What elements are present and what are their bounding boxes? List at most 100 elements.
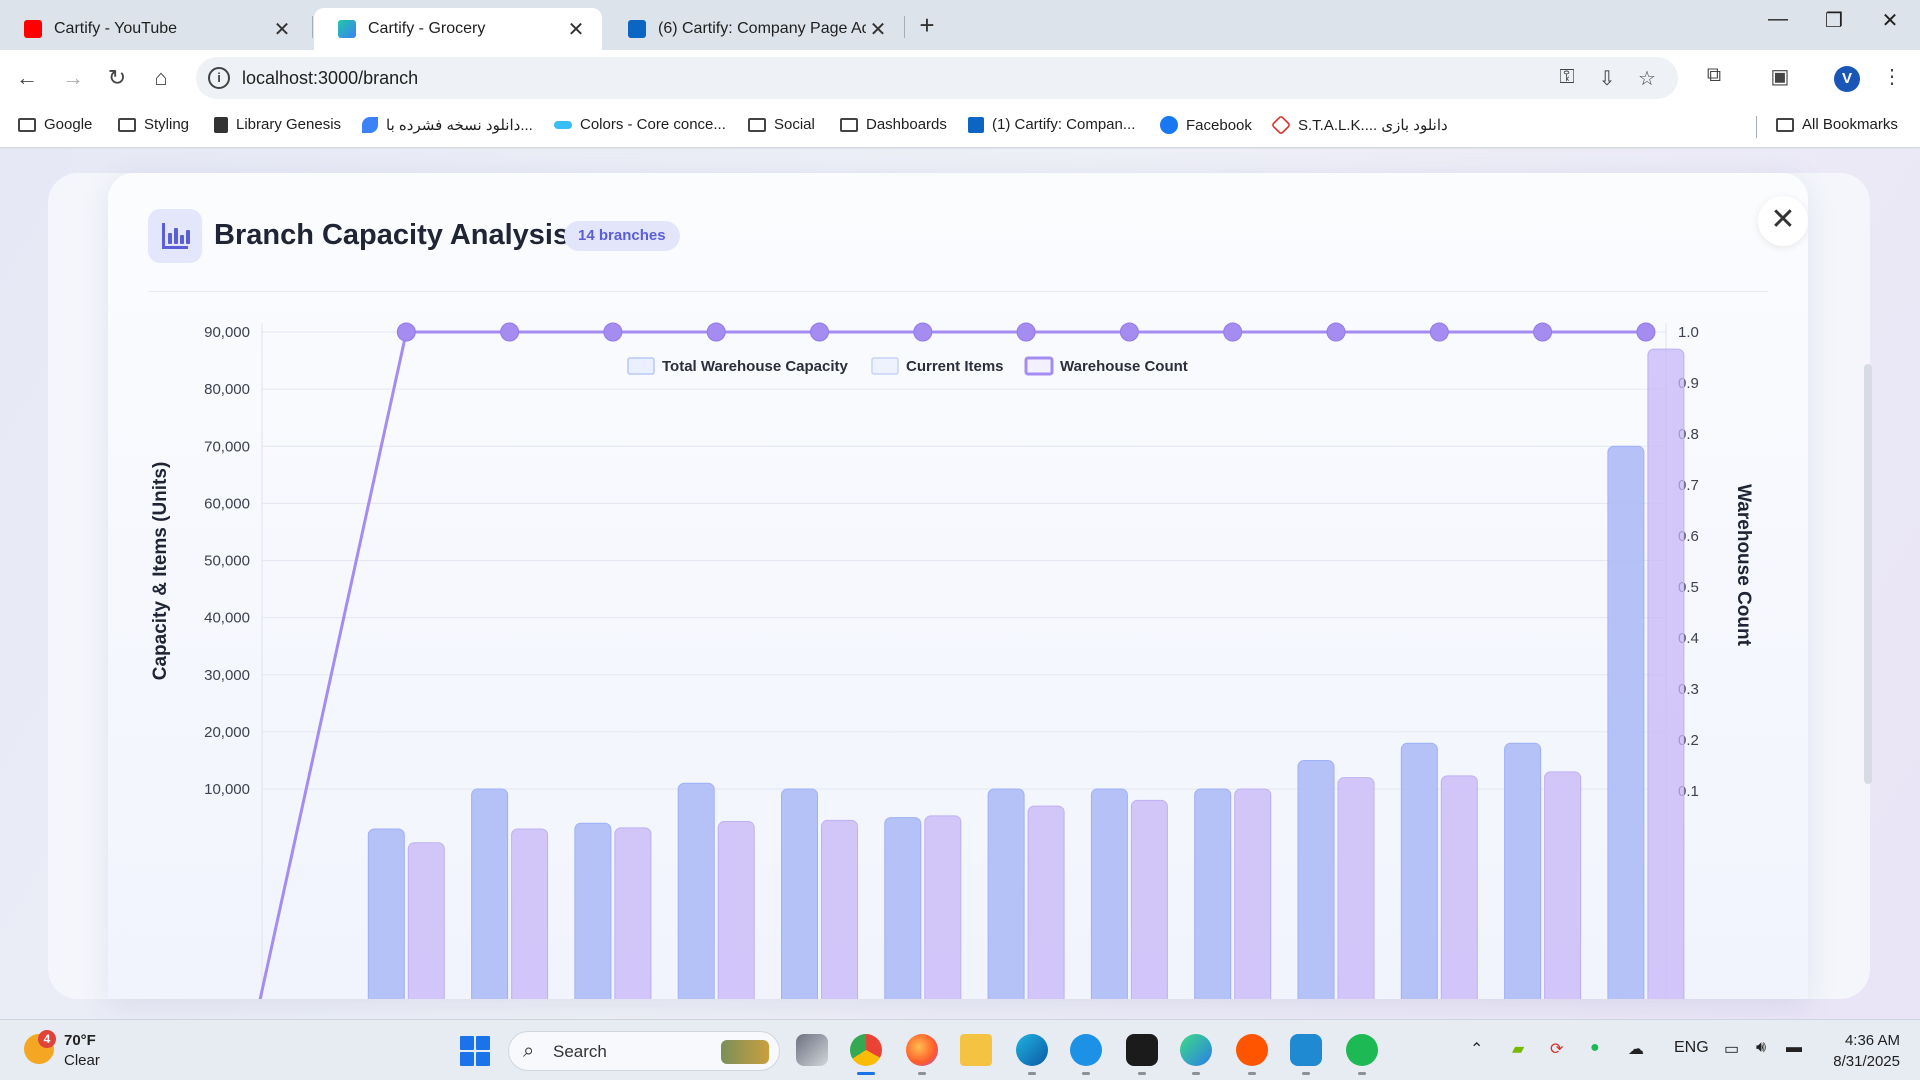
items-bar (821, 819, 858, 999)
home-icon[interactable]: ⌂ (146, 63, 176, 93)
warehouse-count-point (810, 322, 829, 342)
install-app-icon[interactable]: ⇩ (1594, 66, 1620, 91)
bookmark-star-icon[interactable]: ☆ (1634, 66, 1660, 91)
bookmark-social[interactable]: Social (748, 116, 815, 133)
app-indicator (1138, 1072, 1146, 1075)
windows-start-icon[interactable] (460, 1036, 490, 1066)
clock-time[interactable]: 4:36 AM (1820, 1032, 1900, 1049)
extensions-icon[interactable]: ⧉ (1700, 64, 1728, 87)
tailwind-icon (554, 120, 572, 129)
y-tick-label: 10,000 (204, 781, 250, 798)
warehouse-count-point (1429, 322, 1449, 342)
browser-toolbar: ← → ↻ ⌂ i localhost:3000/branch ⚿ ⇩ ☆ ⧉ … (0, 50, 1920, 106)
chrome-icon[interactable] (850, 1034, 882, 1066)
minimize-icon[interactable]: — (1758, 8, 1798, 31)
close-tab-icon[interactable]: ✕ (866, 17, 890, 42)
bookmark-linkedin[interactable]: (1) Cartify: Compan... (968, 116, 1135, 133)
warehouse-count-point (1016, 322, 1036, 342)
youtube-icon (24, 20, 42, 38)
legend-label: Current Items (906, 358, 1004, 375)
tab-title: (6) Cartify: Company Page Adm (658, 20, 866, 37)
folder-icon (18, 117, 36, 132)
soundcloud-icon[interactable] (1236, 1034, 1268, 1066)
capacity-bar (574, 822, 612, 999)
file-explorer-icon[interactable] (960, 1034, 992, 1066)
bookmark-styling[interactable]: Styling (118, 116, 189, 133)
taskbar-search[interactable]: ⌕ Search (508, 1031, 780, 1071)
warehouse-count-point (500, 322, 520, 342)
task-view-icon[interactable] (796, 1034, 828, 1066)
capacity-bar (987, 788, 1025, 999)
reload-icon[interactable]: ↻ (102, 63, 132, 93)
address-bar[interactable]: i localhost:3000/branch ⚿ ⇩ ☆ (196, 57, 1678, 99)
onedrive-icon[interactable]: ☁ (1628, 1039, 1644, 1059)
unity-icon[interactable] (1126, 1034, 1158, 1066)
tab-linkedin[interactable]: (6) Cartify: Company Page Adm ✕ (604, 8, 904, 50)
bookmark-google[interactable]: Google (18, 116, 92, 133)
scrollbar[interactable] (1864, 364, 1872, 784)
volume-icon[interactable]: 🔊︎ (1756, 1039, 1766, 1057)
site-info-icon[interactable]: i (208, 67, 230, 89)
items-bar (511, 828, 549, 999)
warehouse-count-point (603, 322, 623, 342)
folder-icon (840, 117, 858, 132)
window-close-icon[interactable]: ✕ (1870, 8, 1910, 33)
items-bar (1130, 799, 1168, 999)
search-highlight-icon (721, 1040, 769, 1064)
close-tab-icon[interactable]: ✕ (564, 17, 588, 42)
all-bookmarks[interactable]: All Bookmarks (1776, 116, 1898, 133)
tab-youtube[interactable]: Cartify - YouTube ✕ (0, 8, 308, 50)
profile-avatar[interactable]: V (1834, 66, 1860, 92)
items-bar (717, 821, 755, 999)
nvidia-icon[interactable]: ▰ (1512, 1039, 1524, 1059)
bookmark-dashboards[interactable]: Dashboards (840, 116, 947, 133)
restore-icon[interactable]: ❐ (1814, 8, 1854, 33)
legend-label: Warehouse Count (1060, 358, 1188, 375)
tab-search-icon[interactable]: ▣ (1766, 64, 1794, 89)
tab-separator (312, 16, 313, 38)
menu-icon[interactable]: ⋮ (1878, 64, 1906, 89)
items-bar (1027, 805, 1065, 999)
new-tab-button[interactable]: + (912, 10, 942, 41)
chevron-up-icon[interactable]: ⌃ (1470, 1039, 1483, 1059)
vscode-icon[interactable] (1290, 1034, 1322, 1066)
spotify-tray-icon[interactable]: ● (1590, 1039, 1600, 1057)
tab-grocery[interactable]: Cartify - Grocery ✕ (314, 8, 602, 50)
password-key-icon[interactable]: ⚿ (1554, 66, 1580, 89)
docker-icon[interactable] (1070, 1034, 1102, 1066)
legend-label: Total Warehouse Capacity (662, 358, 849, 375)
capacity-bar (1090, 788, 1128, 999)
weather-condition[interactable]: Clear (64, 1052, 100, 1069)
legend-swatch (871, 357, 899, 375)
back-icon[interactable]: ← (12, 63, 42, 93)
bookmark-colors[interactable]: Colors - Core conce... (554, 116, 726, 133)
capacity-bar (1607, 445, 1645, 999)
language-indicator[interactable]: ENG (1674, 1039, 1709, 1057)
bookmark-facebook[interactable]: Facebook (1160, 116, 1252, 134)
sync-icon[interactable]: ⟳ (1550, 1039, 1563, 1059)
firefox-icon[interactable] (906, 1034, 938, 1066)
bookmark-persian-download[interactable]: دانلود نسخه فشرده با... (362, 116, 533, 134)
spotify-icon[interactable] (1346, 1034, 1378, 1066)
capacity-bar (781, 788, 818, 999)
clock-date[interactable]: 8/31/2025 (1800, 1053, 1900, 1070)
capacity-bar (677, 782, 715, 999)
capacity-bar (367, 828, 405, 999)
warehouse-count-point (396, 322, 416, 342)
site-icon (1270, 114, 1292, 136)
network-icon[interactable]: ▭ (1724, 1039, 1739, 1059)
warehouse-count-point (1119, 322, 1139, 342)
y-tick-label: 40,000 (204, 610, 250, 627)
bookmark-library-genesis[interactable]: Library Genesis (214, 116, 341, 133)
close-tab-icon[interactable]: ✕ (270, 17, 294, 42)
url-text[interactable]: localhost:3000/branch (242, 68, 418, 89)
bookmark-stalker[interactable]: S.T.A.L.K.... دانلود بازی (1270, 114, 1448, 136)
app-indicator (1192, 1072, 1200, 1075)
warehouse-count-point (913, 322, 933, 342)
tab-separator (904, 16, 905, 38)
photos-icon[interactable] (1180, 1034, 1212, 1066)
weather-temperature[interactable]: 70°F (64, 1032, 96, 1049)
edge-icon[interactable] (1016, 1034, 1048, 1066)
forward-icon[interactable]: → (58, 63, 88, 93)
tab-title: Cartify - Grocery (368, 20, 486, 37)
